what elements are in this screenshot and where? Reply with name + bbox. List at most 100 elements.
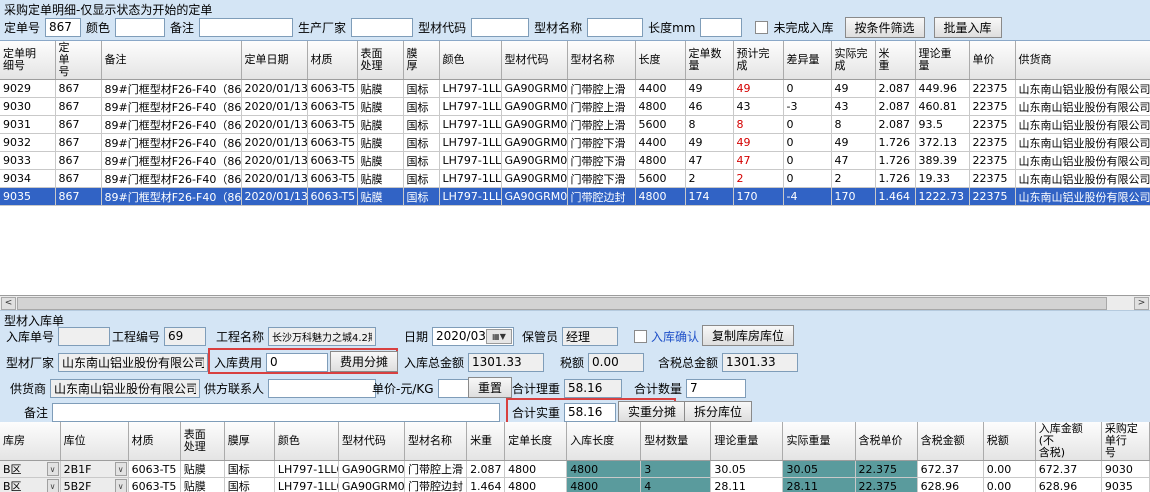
table-row[interactable]: 903386789#门框型材F26-F40（866+867）2020/01/13… (0, 152, 1150, 170)
weight-share-button[interactable]: 实重分摊 (618, 401, 686, 422)
table-row[interactable]: B区∨2B1F∨6063-T5贴膜国标LH797-1LL0GA90GRM03门带… (0, 461, 1150, 478)
column-header[interactable]: 型材名称 (567, 41, 635, 80)
profile-code-label: 型材代码 (418, 19, 466, 36)
column-header[interactable]: 备注 (101, 41, 241, 80)
column-header[interactable]: 米 重 (875, 41, 915, 80)
keeper-input[interactable] (562, 327, 618, 346)
length-label: 长度mm (648, 19, 695, 36)
column-header[interactable]: 定单明 细号 (0, 41, 55, 80)
tax-input[interactable] (588, 353, 644, 372)
batch-inbound-button[interactable]: 批量入库 (934, 17, 1002, 38)
reset-button[interactable]: 重置 (468, 377, 512, 398)
column-header[interactable]: 供货商 (1015, 41, 1150, 80)
dropdown-arrow-icon[interactable]: ∨ (115, 462, 127, 476)
cell: 2 (831, 170, 875, 188)
table-row[interactable]: 903286789#门框型材F26-F40（866+867）2020/01/13… (0, 134, 1150, 152)
bottom-grid-header: 库房库位材质表面 处理膜厚颜色型材代码型材名称米重定单长度入库长度型材数量理论重… (0, 422, 1150, 461)
unfinished-inbound-checkbox[interactable] (755, 21, 768, 34)
order-no-label: 定单号 (4, 19, 40, 36)
column-header[interactable]: 颜色 (274, 422, 338, 461)
column-header[interactable]: 预计完 成 (733, 41, 783, 80)
cell: 贴膜 (357, 170, 403, 188)
column-header[interactable]: 米重 (467, 422, 505, 461)
profile-code-input[interactable] (471, 18, 529, 37)
calendar-dropdown-icon[interactable]: ▦▼ (486, 329, 512, 344)
column-header[interactable]: 实际完 成 (831, 41, 875, 80)
scroll-right-button[interactable]: > (1134, 297, 1149, 310)
column-header[interactable]: 实际重量 (783, 422, 855, 461)
table-row[interactable]: B区∨5B2F∨6063-T5贴膜国标LH797-1LL0GA90GRM05门带… (0, 478, 1150, 492)
cell: 门带腔边封 (404, 478, 466, 492)
supplier-input[interactable] (50, 379, 200, 398)
bottom-grid-body: B区∨2B1F∨6063-T5贴膜国标LH797-1LL0GA90GRM03门带… (0, 461, 1150, 492)
column-header[interactable]: 采购定单行 号 (1101, 422, 1149, 461)
column-header[interactable]: 入库长度 (567, 422, 641, 461)
table-row[interactable]: 903186789#门框型材F26-F40（866+867）2020/01/13… (0, 116, 1150, 134)
column-header[interactable]: 膜 厚 (403, 41, 439, 80)
column-header[interactable]: 颜色 (439, 41, 501, 80)
cell: 0 (783, 80, 831, 98)
inbound-no-label: 入库单号 (6, 328, 54, 345)
cell: 9032 (0, 134, 55, 152)
column-header[interactable]: 定单长度 (505, 422, 567, 461)
column-header[interactable]: 单价 (969, 41, 1015, 80)
total-theory-weight-input[interactable] (564, 379, 622, 398)
inbound-confirm-checkbox[interactable] (634, 330, 647, 343)
column-header[interactable]: 库房 (0, 422, 60, 461)
table-row[interactable]: 902986789#门框型材F26-F40（866+867）2020/01/13… (0, 80, 1150, 98)
column-header[interactable]: 理论重量 (711, 422, 783, 461)
column-header[interactable]: 型材代码 (338, 422, 404, 461)
form-remark-input[interactable] (52, 403, 500, 422)
dropdown-arrow-icon[interactable]: ∨ (47, 479, 59, 492)
color-input[interactable] (115, 18, 165, 37)
column-header[interactable]: 定单日期 (241, 41, 307, 80)
column-header[interactable]: 表面 处理 (180, 422, 224, 461)
column-header[interactable]: 型材名称 (404, 422, 466, 461)
length-input[interactable] (700, 18, 742, 37)
split-location-button[interactable]: 拆分库位 (684, 401, 752, 422)
dropdown-arrow-icon[interactable]: ∨ (115, 479, 127, 492)
column-header[interactable]: 差异量 (783, 41, 831, 80)
inbound-no-input[interactable] (58, 327, 110, 346)
order-no-input[interactable] (45, 18, 81, 37)
supplier-contact-input[interactable] (268, 379, 376, 398)
total-qty-input[interactable] (686, 379, 746, 398)
column-header[interactable]: 入库金额(不 含税) (1035, 422, 1101, 461)
table-row[interactable]: 903586789#门框型材F26-F40（866+867）2020/01/13… (0, 188, 1150, 206)
manufacturer-input[interactable] (351, 18, 413, 37)
project-no-input[interactable] (164, 327, 206, 346)
column-header[interactable]: 型材数量 (641, 422, 711, 461)
horizontal-scrollbar[interactable]: < > (0, 296, 1150, 311)
column-header[interactable]: 含税金额 (917, 422, 983, 461)
column-header[interactable]: 定 单 号 (55, 41, 101, 80)
column-header[interactable]: 定单数 量 (685, 41, 733, 80)
cell: 28.11 (711, 478, 783, 492)
profile-name-input[interactable] (587, 18, 643, 37)
fee-share-button[interactable]: 费用分摊 (330, 351, 398, 372)
scroll-left-button[interactable]: < (1, 297, 16, 310)
column-header[interactable]: 长度 (635, 41, 685, 80)
project-name-input[interactable] (268, 327, 376, 346)
inbound-fee-input[interactable] (266, 353, 328, 372)
total-with-tax-input[interactable] (722, 353, 798, 372)
unfinished-inbound-label: 未完成入库 (773, 19, 833, 36)
column-header[interactable]: 材质 (128, 422, 180, 461)
table-row[interactable]: 903486789#门框型材F26-F40（866+867）2020/01/13… (0, 170, 1150, 188)
column-header[interactable]: 材质 (307, 41, 357, 80)
scrollbar-thumb[interactable] (17, 297, 1107, 310)
remark-input[interactable] (199, 18, 293, 37)
dropdown-arrow-icon[interactable]: ∨ (47, 462, 59, 476)
total-amount-input[interactable] (468, 353, 544, 372)
column-header[interactable]: 型材代码 (501, 41, 567, 80)
column-header[interactable]: 含税单价 (855, 422, 917, 461)
filter-by-condition-button[interactable]: 按条件筛选 (845, 17, 925, 38)
column-header[interactable]: 膜厚 (224, 422, 274, 461)
column-header[interactable]: 库位 (60, 422, 128, 461)
total-actual-weight-input[interactable] (564, 403, 616, 422)
copy-location-button[interactable]: 复制库房库位 (702, 325, 794, 346)
column-header[interactable]: 税额 (983, 422, 1035, 461)
column-header[interactable]: 表面 处理 (357, 41, 403, 80)
table-row[interactable]: 903086789#门框型材F26-F40（866+867）2020/01/13… (0, 98, 1150, 116)
factory-input[interactable] (58, 353, 208, 372)
column-header[interactable]: 理论重 量 (915, 41, 969, 80)
